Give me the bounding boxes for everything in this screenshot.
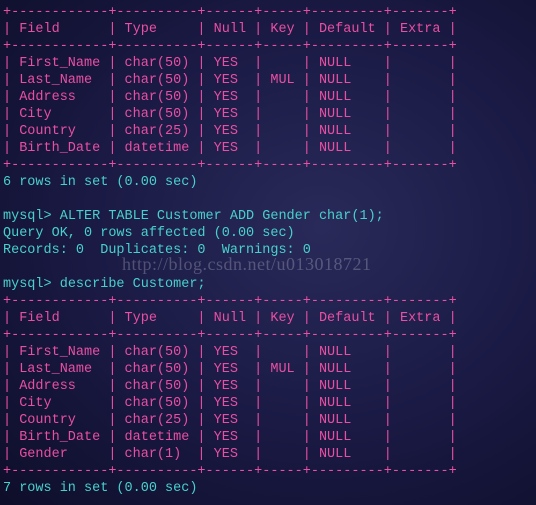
table-row: | Last_Name | char(50) | YES | MUL | NUL… <box>3 362 457 377</box>
table-row: | Last_Name | char(50) | YES | MUL | NUL… <box>3 73 457 88</box>
rows-summary: 7 rows in set (0.00 sec) <box>3 481 197 496</box>
table-row: | City | char(50) | YES | | NULL | | <box>3 107 457 122</box>
table-border: +------------+----------+------+-----+--… <box>3 328 457 343</box>
table-border: +------------+----------+------+-----+--… <box>3 39 457 54</box>
sql-statement: ALTER TABLE Customer ADD Gender char(1); <box>60 209 384 224</box>
table-border: +------------+----------+------+-----+--… <box>3 464 457 479</box>
table-row: | Address | char(50) | YES | | NULL | | <box>3 379 457 394</box>
table-header: | Field | Type | Null | Key | Default | … <box>3 22 457 37</box>
table-row: | Address | char(50) | YES | | NULL | | <box>3 90 457 105</box>
table-border: +------------+----------+------+-----+--… <box>3 294 457 309</box>
sql-statement: describe Customer; <box>60 277 206 292</box>
query-result: Query OK, 0 rows affected (0.00 sec) <box>3 226 295 241</box>
query-result: Records: 0 Duplicates: 0 Warnings: 0 <box>3 243 311 258</box>
mysql-prompt[interactable]: mysql> <box>3 209 60 224</box>
table-row: | First_Name | char(50) | YES | | NULL |… <box>3 56 457 71</box>
table-row: | Country | char(25) | YES | | NULL | | <box>3 413 457 428</box>
table-border: +------------+----------+------+-----+--… <box>3 158 457 173</box>
table-row: | Gender | char(1) | YES | | NULL | | <box>3 447 457 462</box>
table-row: | Birth_Date | datetime | YES | | NULL |… <box>3 430 457 445</box>
table-row: | Country | char(25) | YES | | NULL | | <box>3 124 457 139</box>
table-row: | Birth_Date | datetime | YES | | NULL |… <box>3 141 457 156</box>
rows-summary: 6 rows in set (0.00 sec) <box>3 175 197 190</box>
table-row: | First_Name | char(50) | YES | | NULL |… <box>3 345 457 360</box>
table-border: +------------+----------+------+-----+--… <box>3 5 457 20</box>
mysql-prompt[interactable]: mysql> <box>3 277 60 292</box>
table-header: | Field | Type | Null | Key | Default | … <box>3 311 457 326</box>
terminal-output: +------------+----------+------+-----+--… <box>3 4 536 497</box>
table-row: | City | char(50) | YES | | NULL | | <box>3 396 457 411</box>
